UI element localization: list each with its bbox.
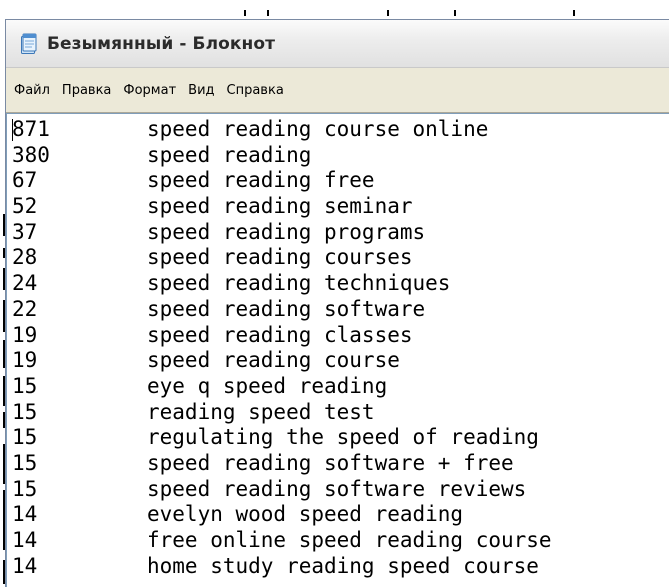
line-phrase: speed reading software + free xyxy=(147,450,514,475)
line-phrase: speed reading programs xyxy=(147,219,426,244)
line-count: 19 xyxy=(12,348,38,373)
text-line: 24 speed reading techniques xyxy=(12,271,552,297)
screen: Безымянный - Блокнот Файл Правка Формат … xyxy=(0,0,669,587)
line-phrase: speed reading seminar xyxy=(147,194,413,219)
line-count: 14 xyxy=(12,502,38,527)
line-count: 15 xyxy=(12,425,38,450)
notepad-icon[interactable] xyxy=(20,33,38,55)
menu-format[interactable]: Формат xyxy=(117,83,182,98)
line-count: 15 xyxy=(12,476,38,501)
line-count: 19 xyxy=(12,322,38,347)
line-count: 15 xyxy=(12,399,38,424)
text-line: 15 speed reading software reviews xyxy=(12,477,552,503)
line-count: 14 xyxy=(12,553,38,578)
line-count: 67 xyxy=(12,168,38,193)
line-phrase: speed reading classes xyxy=(147,322,413,347)
line-count: 52 xyxy=(12,194,38,219)
window-title: Безымянный - Блокнот xyxy=(47,33,276,54)
text-editor[interactable]: 871 speed reading course online 380 speed … xyxy=(6,113,669,587)
text-line: 15 reading speed test xyxy=(12,400,552,426)
text-line: 14 free online speed reading course xyxy=(12,528,552,554)
text-line: 37 speed reading programs xyxy=(12,220,552,246)
residue-mark xyxy=(573,10,575,16)
line-phrase: speed reading course xyxy=(147,348,400,373)
line-phrase: home study reading speed course xyxy=(147,553,539,578)
residue-mark xyxy=(244,10,246,16)
text-line: 67 speed reading free xyxy=(12,168,552,194)
residue-mark xyxy=(387,10,389,16)
text-line: 52 speed reading seminar xyxy=(12,194,552,220)
line-phrase: regulating the speed of reading xyxy=(147,425,539,450)
menu-help[interactable]: Справка xyxy=(221,83,290,98)
residue-mark xyxy=(267,10,269,16)
line-phrase: evelyn wood speed reading xyxy=(147,502,464,527)
text-line: 28 speed reading courses xyxy=(12,245,552,271)
line-phrase: speed reading free xyxy=(147,168,375,193)
text-line: 14 home study reading speed course xyxy=(12,554,552,580)
line-phrase: reading speed test xyxy=(147,399,375,424)
text-line: 14 evelyn wood speed reading xyxy=(12,502,552,528)
text-line: 15 regulating the speed of reading xyxy=(12,425,552,451)
menu-bar: Файл Правка Формат Вид Справка xyxy=(6,68,669,113)
background-residue xyxy=(0,0,669,20)
text-line: 19 speed reading classes xyxy=(12,323,552,349)
text-line: 871 speed reading course online xyxy=(12,117,552,143)
line-phrase: speed reading software xyxy=(147,296,426,321)
menu-edit[interactable]: Правка xyxy=(56,83,117,98)
line-count: 15 xyxy=(12,373,38,398)
line-phrase: speed reading techniques xyxy=(147,271,451,296)
line-phrase: speed reading course online xyxy=(147,117,489,141)
line-phrase: speed reading courses xyxy=(147,245,413,270)
title-bar[interactable]: Безымянный - Блокнот xyxy=(6,20,669,68)
residue-mark xyxy=(454,10,456,16)
menu-file[interactable]: Файл xyxy=(6,83,56,98)
line-count: 15 xyxy=(12,450,38,475)
text-line: 19 speed reading course xyxy=(12,348,552,374)
line-phrase: free online speed reading course xyxy=(147,528,552,552)
line-count: 871 xyxy=(12,117,50,141)
line-phrase: speed reading software reviews xyxy=(147,476,527,501)
line-phrase: eye q speed reading xyxy=(147,373,388,398)
line-count: 37 xyxy=(12,219,38,244)
text-line: 380 speed reading xyxy=(12,143,552,169)
line-count: 24 xyxy=(12,271,38,296)
notepad-window: Безымянный - Блокнот Файл Правка Формат … xyxy=(5,19,669,587)
line-count: 380 xyxy=(12,142,50,167)
line-phrase: speed reading xyxy=(147,142,312,167)
text-line: 15 eye q speed reading xyxy=(12,374,552,400)
line-count: 14 xyxy=(12,528,38,552)
editor-lines: 871 speed reading course online 380 speed … xyxy=(12,117,552,579)
text-line: 15 speed reading software + free xyxy=(12,451,552,477)
line-count: 28 xyxy=(12,245,38,270)
text-line: 22 speed reading software xyxy=(12,297,552,323)
line-count: 22 xyxy=(12,296,38,321)
menu-view[interactable]: Вид xyxy=(182,83,220,98)
